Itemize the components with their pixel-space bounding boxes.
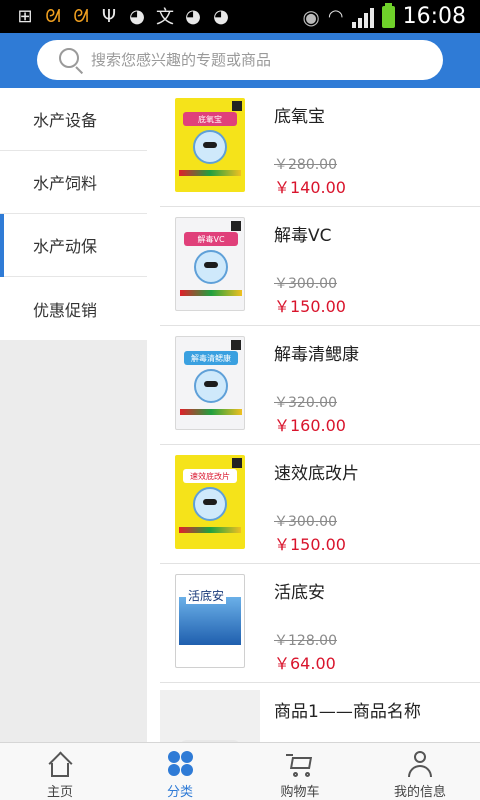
product-item[interactable]: 速效底改片 速效底改片 ￥300.00 ￥150.00	[160, 445, 480, 564]
nav-label: 我的信息	[393, 785, 446, 800]
nav-label: 购物车	[280, 785, 320, 800]
weibo-icon: ◕	[129, 5, 145, 27]
signal-icon	[351, 6, 374, 28]
search-input[interactable]	[91, 51, 421, 69]
product-image[interactable]: 底氧宝	[160, 95, 260, 195]
product-original-price: ￥320.00	[274, 395, 337, 411]
usb-icon: Ψ	[101, 5, 117, 27]
nav-label: 主页	[46, 785, 73, 800]
bottom-navigation: 主页 分类 购物车 我的信息	[0, 742, 480, 800]
product-image[interactable]: 解毒VC	[160, 214, 260, 314]
header-bar	[0, 33, 480, 88]
category-sidebar: 水产设备 水产饲料 水产动保 优惠促销	[0, 88, 147, 742]
category-grid-icon	[165, 749, 195, 779]
product-name[interactable]: 速效底改片	[274, 459, 359, 484]
squirrel-icon: ᘛ	[73, 5, 89, 27]
product-original-price: ￥280.00	[274, 157, 337, 173]
sidebar-item-label: 优惠促销	[33, 300, 98, 320]
product-original-price: ￥128.00	[274, 633, 337, 649]
product-item[interactable]: 解毒VC 解毒VC ￥300.00 ￥150.00	[160, 207, 480, 326]
eye-icon: ◉	[302, 4, 320, 29]
notification-icons: ⊞ ᘛ ᘛ Ψ ◕ 文 ◕ ◕	[14, 5, 232, 29]
product-item[interactable]: 商品1——商品名称	[160, 683, 480, 742]
product-item[interactable]: 活底安 活底安 ￥128.00 ￥64.00	[160, 564, 480, 683]
product-name[interactable]: 底氧宝	[274, 102, 325, 127]
search-box[interactable]	[37, 40, 443, 80]
squirrel-icon: ᘛ	[45, 5, 61, 27]
product-list[interactable]: 底氧宝 底氧宝 ￥280.00 ￥140.00 解毒VC 解毒VC ￥300.0…	[160, 88, 480, 742]
wifi-icon: ◠	[327, 6, 344, 27]
product-price: ￥150.00	[274, 535, 346, 554]
product-image[interactable]: 解毒清鳃康	[160, 333, 260, 433]
product-price: ￥64.00	[274, 654, 336, 673]
sidebar-item-aquaculture-health[interactable]: 水产动保	[0, 214, 147, 277]
product-name[interactable]: 商品1——商品名称	[274, 697, 421, 722]
sidebar-item-aquaculture-feed[interactable]: 水产饲料	[0, 151, 147, 214]
user-icon	[405, 749, 435, 779]
product-image[interactable]	[160, 690, 260, 742]
product-price: ￥140.00	[274, 178, 346, 197]
product-item[interactable]: 底氧宝 底氧宝 ￥280.00 ￥140.00	[160, 88, 480, 207]
nav-category[interactable]: 分类	[120, 743, 240, 800]
weibo-icon: ◕	[213, 5, 229, 27]
product-name[interactable]: 解毒VC	[274, 221, 332, 246]
product-price: ￥160.00	[274, 416, 346, 435]
alipay-icon: 文	[156, 7, 174, 28]
search-icon	[57, 46, 85, 75]
product-name[interactable]: 解毒清鳃康	[274, 340, 359, 365]
status-bar: ⊞ ᘛ ᘛ Ψ ◕ 文 ◕ ◕ ◉ ◠ 16:08	[0, 0, 480, 33]
nav-home[interactable]: 主页	[0, 743, 120, 800]
nav-label: 分类	[166, 785, 193, 800]
system-icons: ◉ ◠ 16:08	[302, 2, 466, 29]
battery-icon	[381, 2, 395, 28]
cart-icon	[285, 749, 315, 779]
add-box-icon: ⊞	[17, 5, 33, 27]
product-image[interactable]: 速效底改片	[160, 452, 260, 552]
product-item[interactable]: 解毒清鳃康 解毒清鳃康 ￥320.00 ￥160.00	[160, 326, 480, 445]
nav-profile[interactable]: 我的信息	[360, 743, 480, 800]
product-name[interactable]: 活底安	[274, 578, 325, 603]
sidebar-item-promotions[interactable]: 优惠促销	[0, 277, 147, 340]
sidebar-item-label: 水产饲料	[33, 174, 98, 193]
product-original-price: ￥300.00	[274, 276, 337, 292]
product-image[interactable]: 活底安	[160, 571, 260, 671]
home-icon	[45, 749, 75, 779]
product-original-price: ￥300.00	[274, 514, 337, 530]
nav-cart[interactable]: 购物车	[240, 743, 360, 800]
sidebar-item-aquaculture-equipment[interactable]: 水产设备	[0, 88, 147, 151]
sidebar-item-label: 水产设备	[33, 111, 98, 130]
weibo-icon: ◕	[185, 5, 201, 27]
clock: 16:08	[402, 4, 466, 29]
sidebar-item-label: 水产动保	[33, 237, 98, 256]
product-price: ￥150.00	[274, 297, 346, 316]
